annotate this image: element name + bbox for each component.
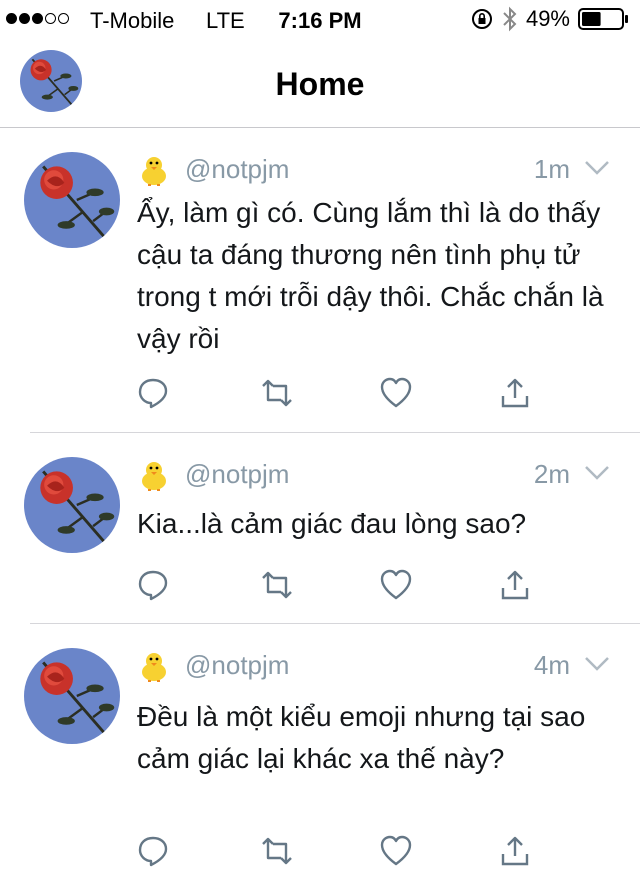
bluetooth-icon <box>503 6 517 32</box>
user-handle[interactable]: @notpjm <box>185 650 289 681</box>
baby-chick-emoji-icon <box>142 653 166 682</box>
reply-icon[interactable] <box>137 568 169 602</box>
battery-percentage: 49% <box>525 6 570 31</box>
reply-icon[interactable] <box>137 834 169 868</box>
battery-icon <box>578 8 628 30</box>
tweet-text: Ẩy, làm gì có. Cùng lắm thì là do thấy c… <box>137 197 604 354</box>
tweet-timestamp: 4m <box>533 650 570 680</box>
share-icon[interactable] <box>499 376 531 410</box>
page-title: Home <box>275 66 365 102</box>
like-heart-icon[interactable] <box>379 376 413 410</box>
share-icon[interactable] <box>499 834 531 868</box>
like-heart-icon[interactable] <box>379 568 413 602</box>
tweet-item[interactable]: @notpjm 4m Đều là một kiểu emoji nhưng t… <box>0 624 640 886</box>
navigation-bar: Home <box>0 40 640 128</box>
reply-icon[interactable] <box>137 376 169 410</box>
tweet-text: Đều là một kiểu emoji nhưng tại sao cảm … <box>137 701 586 774</box>
baby-chick-emoji-icon <box>142 157 166 186</box>
chevron-down-icon[interactable] <box>584 654 610 674</box>
tweet-timestamp: 1m <box>533 154 570 184</box>
user-avatar[interactable] <box>24 152 120 248</box>
tweet-header: @notpjm 1m <box>137 154 610 186</box>
share-icon[interactable] <box>499 568 531 602</box>
status-bar: T-Mobile LTE 7:16 PM 49% <box>0 0 640 40</box>
tweet-actions <box>137 376 537 410</box>
baby-chick-emoji-icon <box>142 462 166 491</box>
chevron-down-icon[interactable] <box>584 463 610 483</box>
tweet-actions <box>137 568 537 602</box>
retweet-icon[interactable] <box>259 568 295 602</box>
tweet-actions <box>137 834 537 868</box>
tweet-item[interactable]: @notpjm 1m Ẩy, làm gì có. Cùng lắm thì l… <box>0 128 640 433</box>
tweet-text: Kia...là cảm giác đau lòng sao? <box>137 508 527 539</box>
orientation-lock-icon <box>471 9 492 29</box>
user-handle[interactable]: @notpjm <box>185 459 289 490</box>
retweet-icon[interactable] <box>259 834 295 868</box>
like-heart-icon[interactable] <box>379 834 413 868</box>
tweet-header: @notpjm 2m <box>137 459 610 491</box>
tweet-item[interactable]: @notpjm 2m Kia...là cảm giác đau lòng sa… <box>0 433 640 624</box>
user-avatar[interactable] <box>24 457 120 553</box>
user-avatar[interactable] <box>24 648 120 744</box>
tweet-header: @notpjm 4m <box>137 650 610 682</box>
tweet-timestamp: 2m <box>533 459 570 489</box>
retweet-icon[interactable] <box>259 376 295 410</box>
user-handle[interactable]: @notpjm <box>185 154 289 185</box>
chevron-down-icon[interactable] <box>584 158 610 178</box>
